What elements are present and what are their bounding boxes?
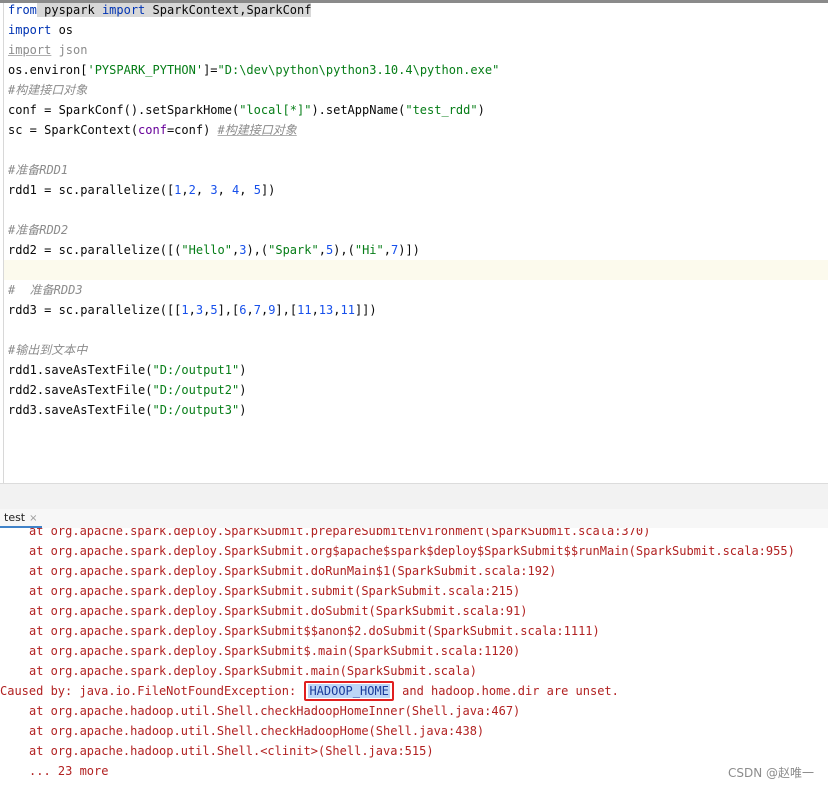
code-line-18[interactable]: #输出到文本中 bbox=[8, 340, 87, 360]
console-line: at org.apache.hadoop.util.Shell.checkHad… bbox=[29, 704, 521, 718]
highlighted-hadoop-home: HADOOP_HOME bbox=[304, 681, 394, 701]
code-line-2[interactable]: import os bbox=[8, 20, 73, 40]
close-icon[interactable]: × bbox=[29, 513, 37, 524]
code-line-16[interactable]: rdd3 = sc.parallelize([[1,3,5],[6,7,9],[… bbox=[8, 300, 377, 320]
console-line: at org.apache.spark.deploy.SparkSubmit$.… bbox=[29, 644, 521, 658]
console-line: at org.apache.hadoop.util.Shell.checkHad… bbox=[29, 724, 485, 738]
code-line-5[interactable]: #构建接口对象 bbox=[8, 80, 87, 100]
code-line-3[interactable]: import json bbox=[8, 40, 87, 60]
console-line: at org.apache.spark.deploy.SparkSubmit.d… bbox=[29, 604, 528, 618]
code-line-19[interactable]: rdd1.saveAsTextFile("D:/output1") bbox=[8, 360, 246, 380]
code-line-7[interactable]: sc = SparkContext(conf=conf) #构建接口对象 bbox=[8, 120, 297, 140]
console-line: at org.apache.spark.deploy.SparkSubmit$$… bbox=[29, 624, 600, 638]
code-line-9[interactable]: #准备RDD1 bbox=[8, 160, 68, 180]
tab-run-test[interactable]: test × bbox=[0, 509, 42, 528]
console-line-more: ... 23 more bbox=[29, 764, 109, 778]
console-line: at org.apache.hadoop.util.Shell.<clinit>… bbox=[29, 744, 434, 758]
run-tool-window-tabs: test × bbox=[0, 509, 828, 529]
console-line: at org.apache.spark.deploy.SparkSubmit.s… bbox=[29, 584, 521, 598]
run-console-output[interactable]: at org.apache.spark.deploy.SparkSubmit.p… bbox=[0, 528, 828, 790]
caused-by-line: Caused by: java.io.FileNotFoundException… bbox=[0, 681, 619, 701]
panel-splitter[interactable] bbox=[0, 483, 828, 510]
code-line-6[interactable]: conf = SparkConf().setSparkHome("local[*… bbox=[8, 100, 485, 120]
console-line: at org.apache.spark.deploy.SparkSubmit.p… bbox=[29, 528, 651, 538]
gutter-divider bbox=[3, 3, 4, 483]
console-line: at org.apache.spark.deploy.SparkSubmit.o… bbox=[29, 544, 795, 558]
code-line-21[interactable]: rdd3.saveAsTextFile("D:/output3") bbox=[8, 400, 246, 420]
code-line-15[interactable]: # 准备RDD3 bbox=[8, 280, 83, 300]
console-line: at org.apache.spark.deploy.SparkSubmit.d… bbox=[29, 564, 557, 578]
code-line-current[interactable] bbox=[4, 260, 828, 280]
code-line-12[interactable]: #准备RDD2 bbox=[8, 220, 68, 240]
console-line: at org.apache.spark.deploy.SparkSubmit.m… bbox=[29, 664, 477, 678]
watermark: CSDN @赵唯一 bbox=[727, 766, 814, 780]
code-line-10[interactable]: rdd1 = sc.parallelize([1,2, 3, 4, 5]) bbox=[8, 180, 275, 200]
code-editor[interactable]: from pyspark import SparkContext,SparkCo… bbox=[0, 3, 828, 483]
code-line-20[interactable]: rdd2.saveAsTextFile("D:/output2") bbox=[8, 380, 246, 400]
code-line-1[interactable]: from pyspark import SparkContext,SparkCo… bbox=[8, 0, 312, 20]
code-line-13[interactable]: rdd2 = sc.parallelize([("Hello",3),("Spa… bbox=[8, 240, 420, 260]
tab-label: test bbox=[4, 511, 26, 524]
code-line-4[interactable]: os.environ['PYSPARK_PYTHON']="D:\dev\pyt… bbox=[8, 60, 499, 80]
